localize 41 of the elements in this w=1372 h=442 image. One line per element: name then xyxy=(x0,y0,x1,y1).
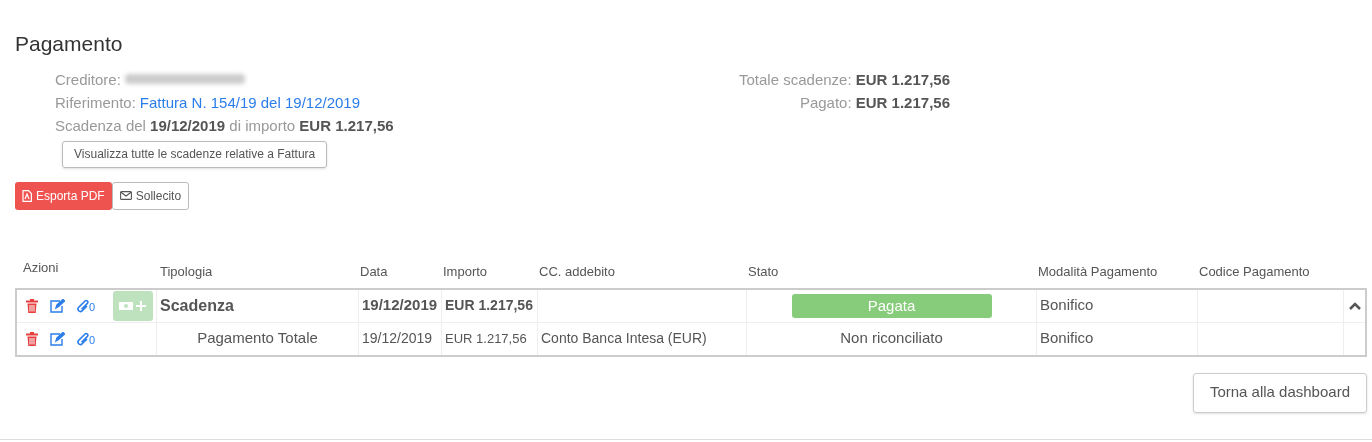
method-text: Bonifico xyxy=(1040,328,1094,349)
column-header: Codice Pagamento xyxy=(1199,263,1310,281)
status-text: Non riconciliato xyxy=(840,328,943,349)
amount-text: EUR 1.217,56 xyxy=(445,296,533,315)
paperclip-icon[interactable] xyxy=(77,331,89,346)
trash-icon[interactable] xyxy=(26,298,38,313)
attachment-count: 0 xyxy=(89,302,96,313)
column-header: CC. addebito xyxy=(539,263,615,281)
page-title: Pagamento xyxy=(15,31,124,57)
cash-plus-icon xyxy=(119,299,147,312)
chevron-up-icon[interactable] xyxy=(1348,301,1361,310)
edit-icon[interactable] xyxy=(50,331,65,346)
column-header: Data xyxy=(360,263,388,281)
account-text: Conto Banca Intesa (EUR) xyxy=(541,329,707,348)
date-text: 19/12/2019 xyxy=(362,329,433,348)
reminder-button[interactable]: Sollecito xyxy=(111,181,190,210)
column-header: Modalità Pagamento xyxy=(1038,263,1158,281)
paperclip-icon[interactable] xyxy=(77,298,89,313)
type-text: Scadenza xyxy=(160,295,234,316)
date-text: 19/12/2019 xyxy=(362,295,438,316)
total-line: Totale scadenze: EUR 1.217,56 xyxy=(739,69,950,90)
amount-text: EUR 1.217,56 xyxy=(445,329,527,348)
column-header: Importo xyxy=(443,263,488,281)
method-text: Bonifico xyxy=(1040,295,1094,316)
column-header: Azioni xyxy=(23,258,59,277)
type-text: Pagamento Totale xyxy=(197,328,318,349)
status-badge: Pagata xyxy=(791,293,992,318)
attachment-count: 0 xyxy=(89,335,96,346)
edit-icon[interactable] xyxy=(50,298,65,313)
creditor-label: Creditore: xyxy=(55,69,121,90)
back-to-dashboard-button[interactable]: Torna alla dashboard xyxy=(1192,372,1367,413)
pdf-file-icon xyxy=(22,189,32,202)
view-all-button[interactable]: Visualizza tutte le scadenze relative a Fattura xyxy=(62,140,328,168)
reference-label: Riferimento: xyxy=(55,92,136,113)
total-line: Pagato: EUR 1.217,56 xyxy=(799,92,950,113)
due-summary: Scadenza del 19/12/2019 di importo EUR 1.217,56 xyxy=(55,115,395,136)
envelope-icon xyxy=(119,191,132,200)
invoice-link[interactable]: Fattura N. 154/19 del 19/12/2019 xyxy=(139,90,361,114)
trash-icon[interactable] xyxy=(26,331,38,346)
column-header: Stato xyxy=(748,263,779,281)
column-header: Tipologia xyxy=(160,263,213,281)
